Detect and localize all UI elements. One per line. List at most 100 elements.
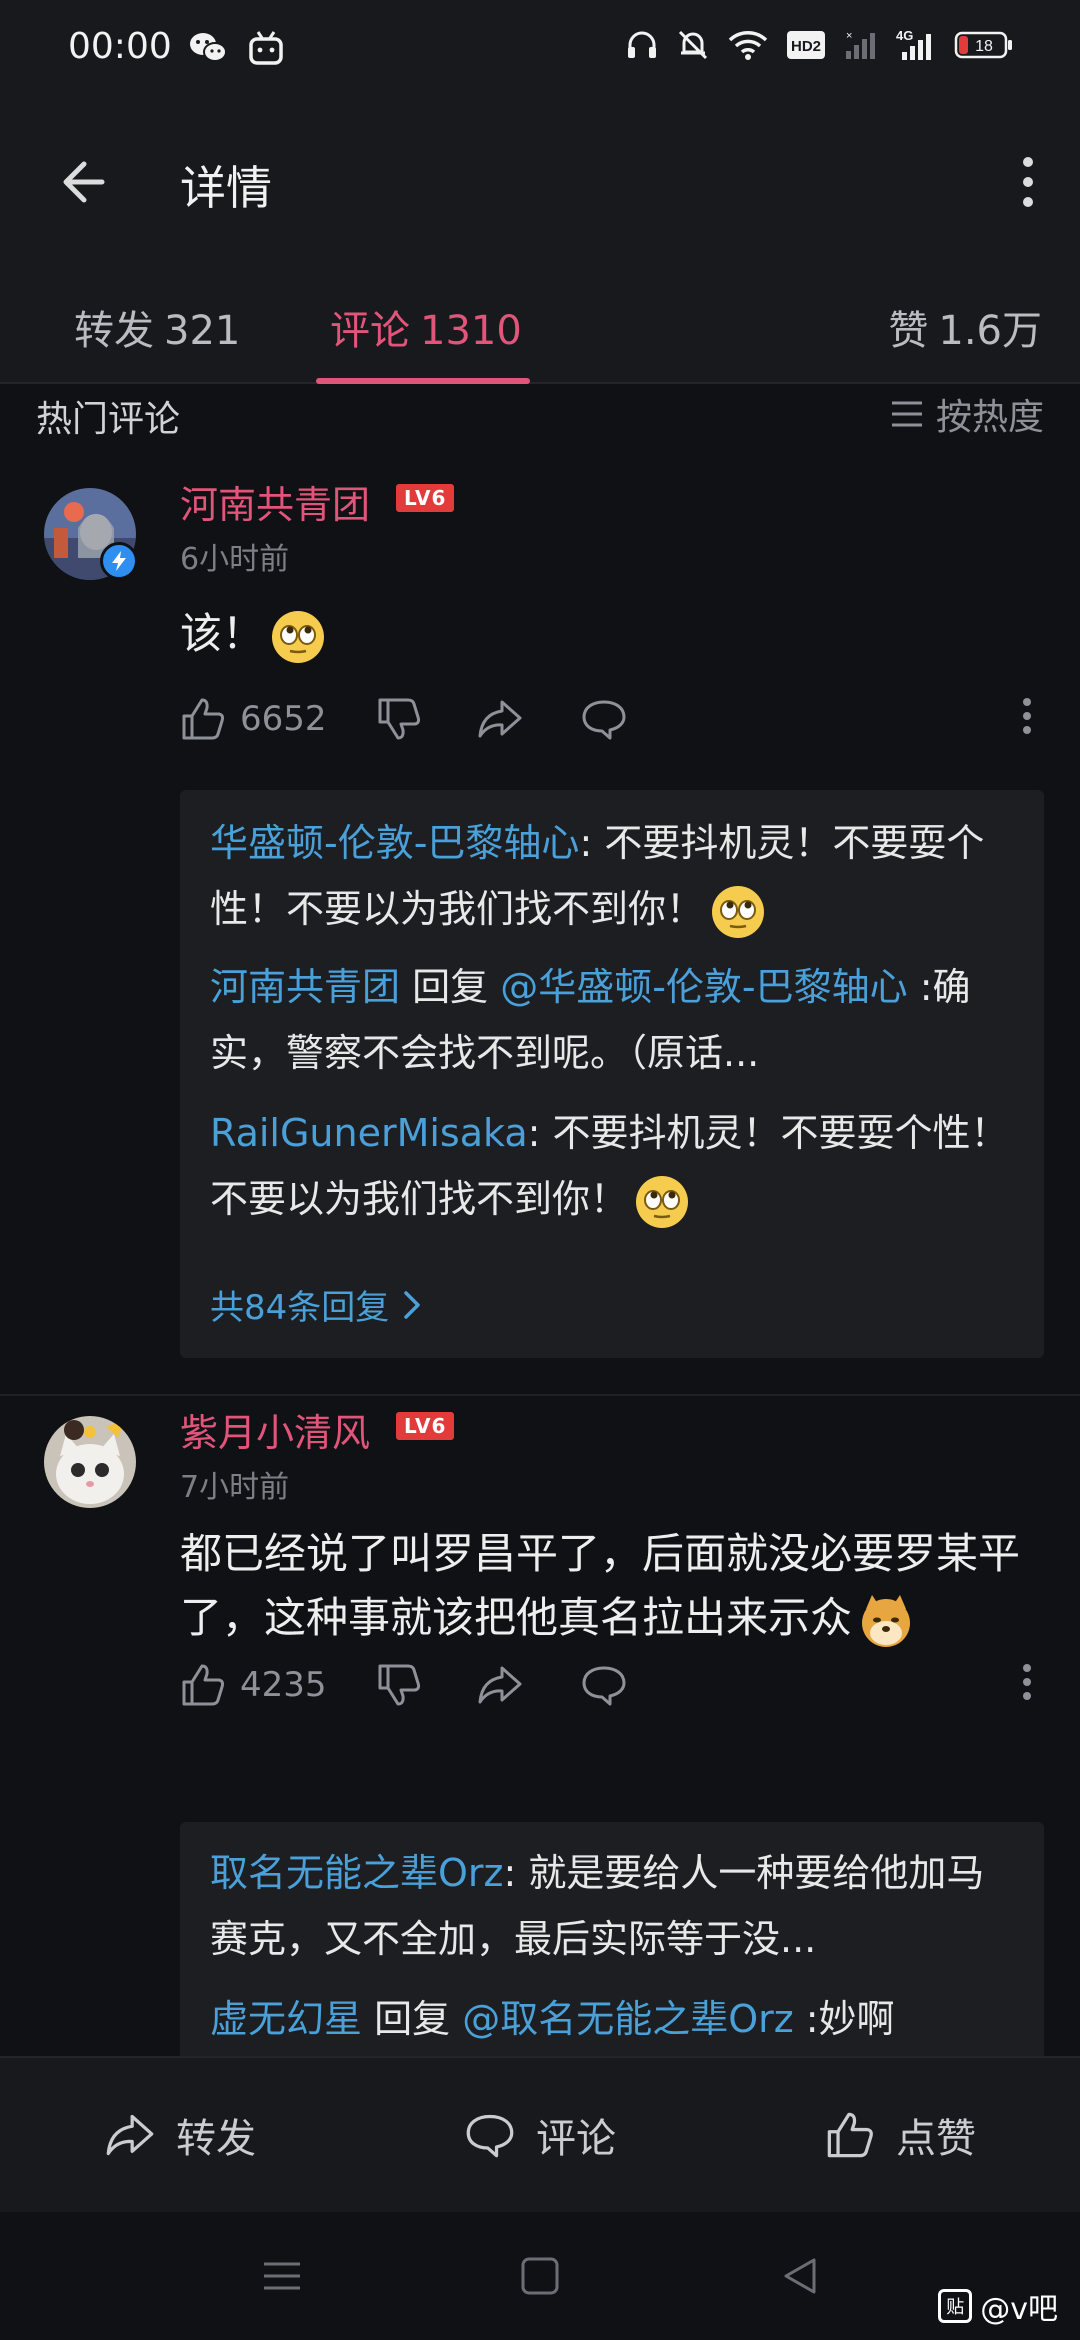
level-badge: LV6 (396, 484, 455, 512)
battery-icon: 18 (954, 31, 1012, 59)
sort-lines-icon (891, 401, 922, 427)
comment-actions: 4235 (180, 1662, 1040, 1722)
doge-emoji-icon (862, 1594, 911, 1647)
status-right-icons: HD2 × 4G 18 (626, 28, 1014, 62)
chevron-right-icon (404, 1290, 421, 1319)
bilibili-icon (249, 31, 283, 65)
signal-4g-icon: 4G (896, 28, 931, 60)
sort-label: 按热度 (935, 397, 1044, 438)
reply-target[interactable]: @取名无能之辈Orz (462, 1997, 793, 2041)
like-button[interactable]: 4235 (180, 1662, 327, 1708)
avatar[interactable] (44, 1416, 136, 1508)
more-vertical-icon (1023, 1664, 1031, 1700)
more-vertical-icon (1023, 698, 1031, 734)
tab-forward-label: 转发 (74, 308, 154, 354)
like-button[interactable]: 6652 (180, 696, 327, 742)
app-bar: 详情 (0, 100, 1080, 260)
home-icon[interactable] (520, 2256, 560, 2296)
nav-back-icon[interactable] (780, 2256, 820, 2296)
reply-author[interactable]: 河南共青团 (210, 965, 400, 1009)
timestamp: 6小时前 (180, 542, 290, 577)
comment-divider (0, 1394, 1080, 1396)
thumbs-up-icon (182, 1664, 225, 1706)
thumbs-down-icon (378, 1664, 421, 1706)
reply-item[interactable]: 华盛顿-伦敦-巴黎轴心: 不要抖机灵！不要耍个性！不要以为我们找不到你！ (210, 810, 1010, 942)
status-bar: 00:00 HD2 × 4G 18 (0, 0, 1080, 100)
back-arrow-icon[interactable] (54, 154, 110, 210)
rolling-eyes-emoji-icon (712, 885, 765, 938)
reply-preview-box[interactable]: 华盛顿-伦敦-巴黎轴心: 不要抖机灵！不要耍个性！不要以为我们找不到你！ 河南共… (180, 790, 1044, 1358)
username[interactable]: 紫月小清风 (180, 1402, 370, 1457)
comment-text: 该！ (180, 602, 1040, 666)
status-left-icons (188, 30, 284, 66)
tab-forward[interactable]: 转发 321 (74, 298, 240, 356)
watermark-text: @v吧 (980, 2292, 1058, 2327)
watermark: 贴 @v吧 (938, 2284, 1058, 2328)
sort-button[interactable]: 按热度 (890, 388, 1044, 440)
comment-button[interactable]: 评论 (462, 2106, 616, 2164)
reply-preview-box[interactable]: 取名无能之辈Orz: 就是要给人一种要给他加马赛克，又不全加，最后实际等于没..… (180, 1822, 1044, 2082)
reply-item[interactable]: 取名无能之辈Orz: 就是要给人一种要给他加马赛克，又不全加，最后实际等于没..… (210, 1840, 1010, 1972)
reply-author[interactable]: RailGunerMisaka (210, 1111, 528, 1155)
like-label: 点赞 (896, 2116, 976, 2162)
tab-like[interactable]: 赞 1.6万 (888, 298, 1042, 356)
dislike-button[interactable] (376, 1662, 422, 1708)
network-label: 4G (896, 28, 913, 43)
share-button[interactable] (476, 1662, 524, 1708)
comment-text-body: 该！ (180, 609, 265, 658)
wechat-icon (190, 33, 227, 62)
reply-author[interactable]: 虚无幻星 (210, 1997, 362, 2041)
forward-button[interactable]: 转发 (102, 2106, 256, 2164)
tab-comment-count: 1310 (420, 308, 522, 354)
reply-item[interactable]: 河南共青团 回复 @华盛顿-伦敦-巴黎轴心 :确实，警察不会找不到呢。（原话..… (210, 954, 1010, 1086)
speech-bubble-icon (466, 2114, 514, 2158)
share-button[interactable] (476, 696, 524, 742)
view-all-replies-label: 共84条回复 (210, 1288, 390, 1328)
system-nav-bar: 贴 @v吧 (0, 2212, 1080, 2340)
reply-author[interactable]: 华盛顿-伦敦-巴黎轴心 (210, 821, 579, 865)
username[interactable]: 河南共青团 (180, 474, 370, 529)
share-arrow-icon (478, 700, 522, 738)
like-count: 4235 (240, 1665, 327, 1705)
forward-label: 转发 (176, 2116, 256, 2162)
comment-more-button[interactable] (1020, 696, 1034, 736)
reply-author[interactable]: 取名无能之辈Orz (210, 1851, 503, 1895)
more-vertical-icon[interactable] (1008, 152, 1048, 212)
speech-bubble-icon (582, 1666, 626, 1706)
status-time: 00:00 (68, 26, 172, 67)
verified-badge-icon (100, 542, 138, 580)
comment-item: 河南共青团 LV6 6小时前 该！ 6652 华盛顿-伦敦-巴黎轴心: 不要抖机… (0, 470, 1080, 1390)
recent-apps-icon[interactable] (262, 2256, 302, 2296)
like-post-button[interactable]: 点赞 (822, 2106, 976, 2164)
mute-bell-icon (678, 30, 708, 60)
tieba-logo-icon: 贴 (938, 2289, 973, 2323)
reply-button[interactable] (580, 1662, 628, 1708)
rolling-eyes-emoji-icon (272, 610, 325, 663)
reply-item[interactable]: 虚无幻星 回复 @取名无能之辈Orz :妙啊 (210, 1986, 1010, 2052)
share-arrow-icon (478, 1666, 522, 1704)
tab-bar: 转发 321 评论 1310 赞 1.6万 (0, 260, 1080, 384)
dislike-button[interactable] (376, 696, 422, 742)
reply-button[interactable] (580, 696, 628, 742)
comment-more-button[interactable] (1020, 1662, 1034, 1702)
page-title: 详情 (180, 161, 272, 215)
tab-like-label: 赞 (888, 308, 929, 354)
reply-item[interactable]: RailGunerMisaka: 不要抖机灵！不要耍个性！不要以为我们找不到你！ (210, 1100, 1010, 1232)
reply-target[interactable]: @华盛顿-伦敦-巴黎轴心 (500, 965, 907, 1009)
level-badge: LV6 (396, 1412, 455, 1440)
section-title: 热门评论 (36, 399, 181, 440)
reply-word: 回复 (362, 1997, 463, 2041)
hd-icon: HD2 (787, 31, 825, 59)
comment-label: 评论 (536, 2116, 616, 2162)
battery-level: 18 (975, 38, 993, 55)
tab-comment-label: 评论 (330, 308, 410, 354)
thumbs-down-icon (378, 698, 421, 740)
tab-comment[interactable]: 评论 1310 (330, 298, 522, 356)
reply-word: 回复 (400, 965, 501, 1009)
view-all-replies-link[interactable]: 共84条回复 (210, 1280, 421, 1329)
comment-item: 紫月小清风 LV6 7小时前 都已经说了叫罗昌平了，后面就没必要罗某平了，这种事… (0, 1398, 1080, 2082)
tab-like-count: 1.6万 (938, 308, 1042, 354)
thumbs-up-icon (182, 698, 225, 740)
rolling-eyes-emoji-icon (636, 1175, 689, 1228)
tab-forward-count: 321 (164, 308, 241, 354)
